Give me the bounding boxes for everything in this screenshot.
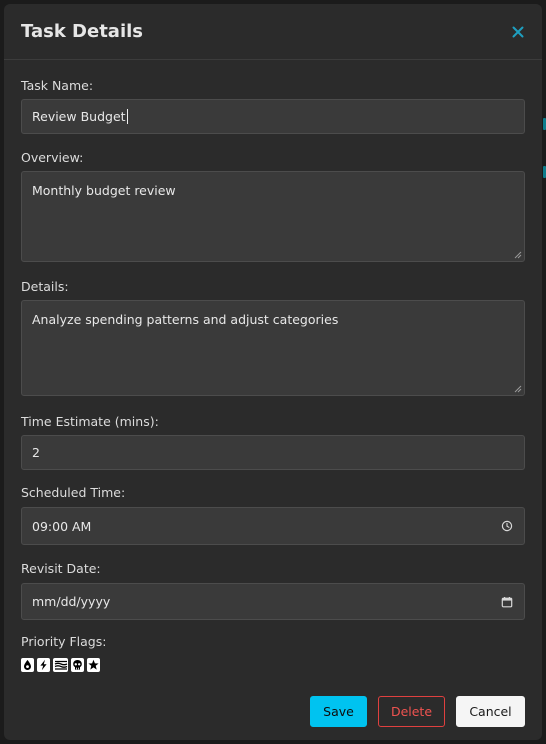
task-name-input[interactable]: Review Budget — [21, 99, 525, 134]
lightning-icon — [40, 659, 47, 671]
modal-title: Task Details — [21, 21, 144, 42]
revisit-date-placeholder: mm/dd/yyyy — [32, 594, 111, 609]
time-estimate-value: 2 — [32, 445, 40, 460]
details-label: Details: — [21, 279, 69, 294]
task-name-label: Task Name: — [21, 78, 94, 93]
flag-waves[interactable] — [53, 658, 68, 672]
flag-star[interactable] — [87, 658, 100, 672]
details-value: Analyze spending patterns and adjust cat… — [32, 312, 339, 327]
time-estimate-label: Time Estimate (mins): — [21, 414, 159, 429]
clock-icon[interactable] — [501, 520, 513, 532]
flag-drop[interactable] — [21, 658, 34, 672]
revisit-date-label: Revisit Date: — [21, 561, 101, 576]
flag-skull[interactable] — [71, 658, 84, 672]
revisit-date-input[interactable]: mm/dd/yyyy — [21, 583, 525, 620]
drop-icon — [24, 660, 31, 670]
calendar-icon[interactable] — [501, 596, 513, 608]
details-textarea[interactable]: Analyze spending patterns and adjust cat… — [21, 300, 525, 396]
waves-icon — [54, 660, 67, 670]
save-button[interactable]: Save — [310, 696, 367, 727]
skull-icon — [73, 660, 82, 670]
close-button[interactable] — [508, 22, 528, 42]
scheduled-time-label: Scheduled Time: — [21, 485, 126, 500]
priority-flags — [21, 658, 100, 672]
star-icon — [88, 659, 99, 670]
overview-textarea[interactable]: Monthly budget review — [21, 171, 525, 262]
resize-grip-icon[interactable] — [514, 385, 522, 393]
overview-label: Overview: — [21, 150, 84, 165]
flag-lightning[interactable] — [37, 658, 50, 672]
overview-value: Monthly budget review — [32, 183, 176, 198]
modal-header: Task Details — [4, 4, 542, 60]
delete-button[interactable]: Delete — [378, 696, 445, 727]
priority-flags-label: Priority Flags: — [21, 634, 107, 649]
time-estimate-input[interactable]: 2 — [21, 435, 525, 470]
cancel-button[interactable]: Cancel — [456, 696, 525, 727]
resize-grip-icon[interactable] — [514, 251, 522, 259]
scheduled-time-input[interactable]: 09:00 AM — [21, 507, 525, 545]
task-details-modal: Task Details Task Name: Review Budget Ov… — [4, 4, 542, 740]
task-name-value: Review Budget — [32, 109, 126, 124]
scheduled-time-value: 09:00 AM — [32, 518, 92, 534]
close-icon — [512, 26, 524, 38]
text-caret — [126, 109, 128, 124]
